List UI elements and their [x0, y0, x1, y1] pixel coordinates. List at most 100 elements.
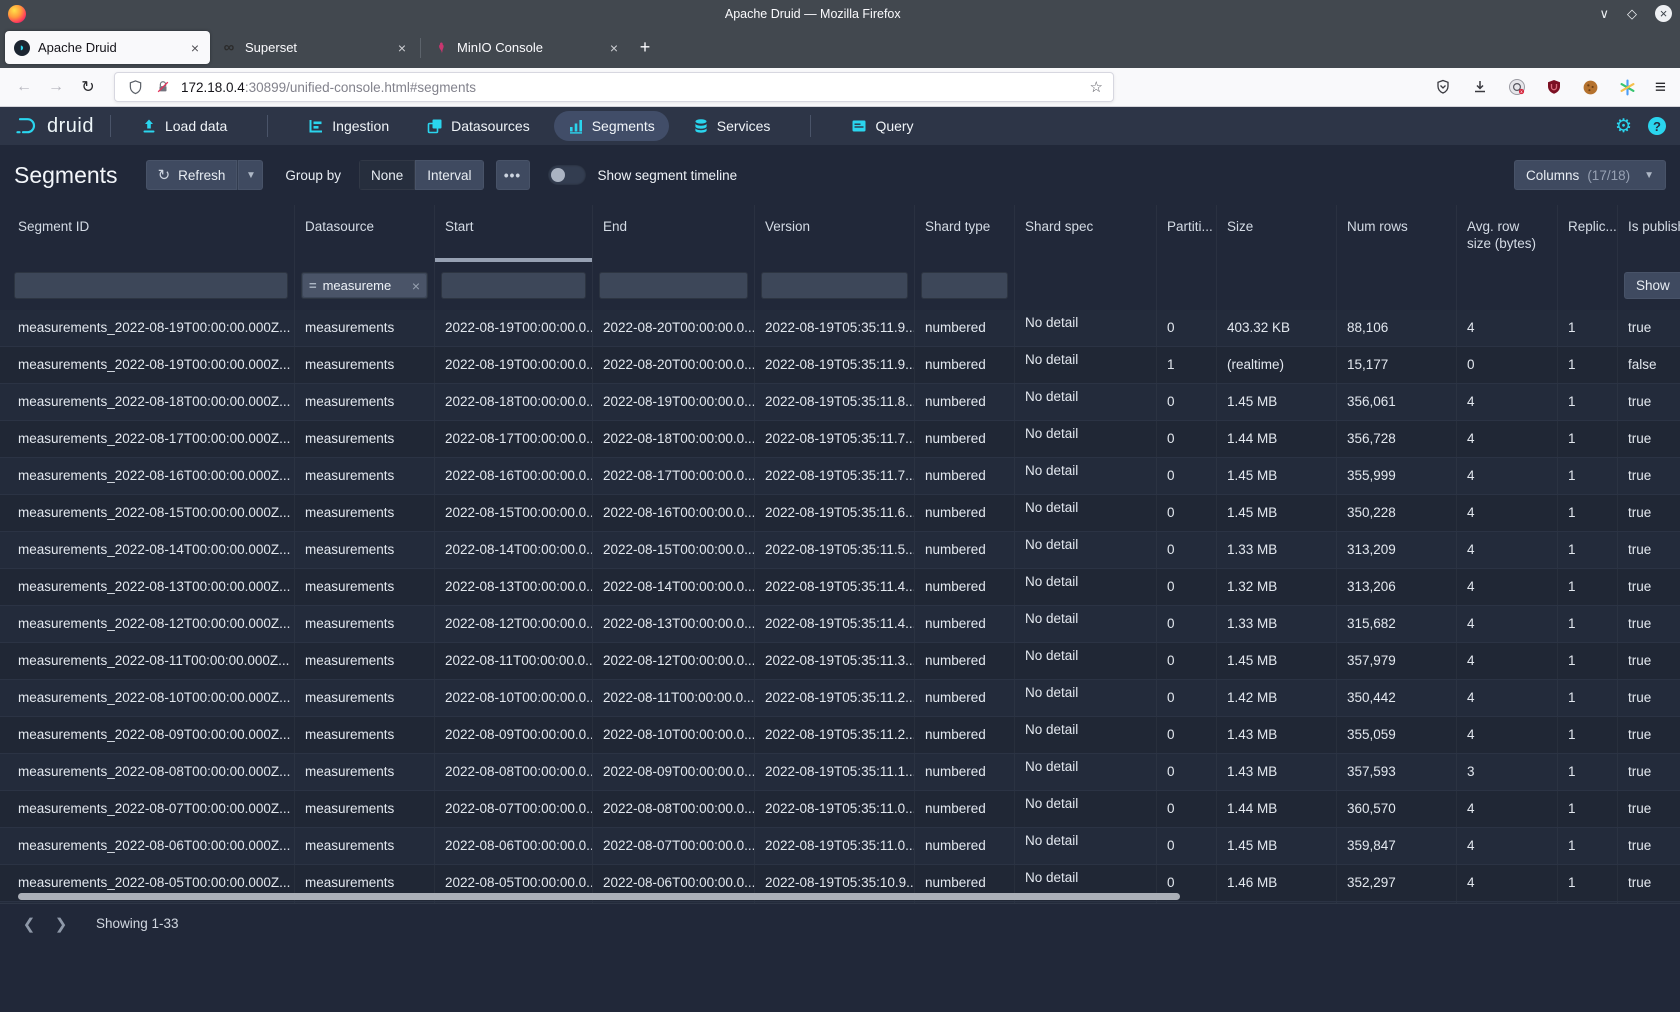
column-header-replic[interactable]: Replic...	[1558, 205, 1618, 262]
cell-num-rows: 313,206	[1337, 569, 1457, 605]
cell-avg-row-size-bytes: 4	[1457, 791, 1558, 827]
filter-operator-icon: =	[309, 278, 317, 293]
cell-size: 1.45 MB	[1217, 643, 1337, 679]
filter-input-start[interactable]	[441, 272, 586, 299]
extension-icon[interactable]: x	[1507, 77, 1527, 97]
cell-replic: 1	[1558, 754, 1618, 790]
tab-minio-console[interactable]: MinIO Console ×	[424, 31, 629, 64]
tab-apache-druid[interactable]: ◗ Apache Druid ×	[5, 31, 210, 64]
cell-replic: 1	[1558, 384, 1618, 420]
nav-item-datasources[interactable]: Datasources	[413, 111, 544, 141]
window-close-button[interactable]: ×	[1655, 5, 1672, 22]
reload-button[interactable]: ↻	[74, 77, 102, 97]
segments-page-header: Segments ↻ Refresh ▼ Group by None Inter…	[0, 145, 1680, 205]
table-row: measurements_2022-08-09T00:00:00.000Z...…	[0, 717, 1680, 754]
downloads-icon[interactable]	[1470, 77, 1490, 97]
column-header-segment-id[interactable]: Segment ID	[0, 205, 295, 262]
cell-start: 2022-08-07T00:00:00.0...	[435, 791, 593, 827]
window-maximize-button[interactable]: ◇	[1627, 6, 1637, 22]
cell-shard-type: numbered	[915, 791, 1015, 827]
pocket-shield-icon[interactable]	[1433, 77, 1453, 97]
tab-close-icon[interactable]: ×	[608, 40, 620, 56]
cell-segment-id: measurements_2022-08-13T00:00:00.000Z...	[0, 569, 295, 605]
column-header-size[interactable]: Size	[1217, 205, 1337, 262]
filter-input-end[interactable]	[599, 272, 748, 299]
horizontal-scrollbar-thumb[interactable]	[18, 893, 1180, 900]
filter-chip-remove-icon[interactable]: ×	[412, 278, 420, 294]
tab-close-icon[interactable]: ×	[189, 40, 201, 56]
cell-avg-row-size-bytes: 4	[1457, 421, 1558, 457]
tracking-shield-icon[interactable]	[125, 77, 145, 97]
more-actions-button[interactable]: •••	[496, 160, 530, 190]
nav-item-segments[interactable]: Segments	[554, 111, 669, 141]
column-header-is-published[interactable]: Is published	[1618, 205, 1680, 262]
cell-num-rows: 359,847	[1337, 828, 1457, 864]
window-minimize-button[interactable]: ∨	[1599, 6, 1609, 22]
cell-segment-id: measurements_2022-08-09T00:00:00.000Z...	[0, 717, 295, 753]
table-row: measurements_2022-08-14T00:00:00.000Z...…	[0, 532, 1680, 569]
forward-button[interactable]: →	[42, 78, 70, 96]
column-header-datasource[interactable]: Datasource	[295, 205, 435, 262]
nav-item-query[interactable]: Query	[837, 111, 927, 141]
nav-item-load-data[interactable]: Load data	[127, 111, 241, 141]
new-tab-button[interactable]: +	[630, 32, 660, 62]
is-published-filter-show-button[interactable]: Show	[1624, 272, 1680, 299]
insecure-lock-icon[interactable]	[153, 77, 173, 97]
refresh-button[interactable]: ↻ Refresh	[146, 160, 238, 190]
ublock-icon[interactable]	[1544, 77, 1564, 97]
column-header-partiti[interactable]: Partiti...	[1157, 205, 1217, 262]
firefox-logo-icon	[8, 5, 26, 23]
column-header-version[interactable]: Version	[755, 205, 915, 262]
tab-superset[interactable]: ∞ Superset ×	[212, 31, 417, 64]
nav-item-services[interactable]: Services	[679, 111, 785, 141]
cell-start: 2022-08-09T00:00:00.0...	[435, 717, 593, 753]
column-header-num-rows[interactable]: Num rows	[1337, 205, 1457, 262]
cell-size: 403.32 KB	[1217, 310, 1337, 346]
columns-dropdown-button[interactable]: Columns (17/18) ▼	[1514, 160, 1666, 190]
url-bar[interactable]: 172.18.0.4:30899/unified-console.html#se…	[114, 72, 1114, 102]
filter-input-version[interactable]	[761, 272, 908, 299]
cell-is-published: true	[1618, 828, 1680, 864]
group-by-interval-button[interactable]: Interval	[415, 160, 483, 190]
datasource-filter-chip[interactable]: =measureme×	[303, 274, 426, 297]
cell-size: 1.44 MB	[1217, 791, 1337, 827]
cell-partiti: 0	[1157, 421, 1217, 457]
cell-segment-id: measurements_2022-08-04T00:00:00.000Z...	[0, 902, 295, 903]
filter-input-shard-type[interactable]	[921, 272, 1008, 299]
cell-partiti: 0	[1157, 606, 1217, 642]
segment-timeline-toggle[interactable]	[548, 165, 586, 185]
cookie-icon[interactable]	[1581, 77, 1601, 97]
group-by-none-button[interactable]: None	[359, 160, 415, 190]
next-page-button[interactable]: ❯	[50, 915, 72, 933]
column-header-shard-spec[interactable]: Shard spec	[1015, 205, 1157, 262]
tab-close-icon[interactable]: ×	[396, 40, 408, 56]
previous-page-button[interactable]: ❮	[18, 915, 40, 933]
column-header-avg-row-size-bytes[interactable]: Avg. row size (bytes)	[1457, 205, 1558, 262]
back-button[interactable]: ←	[10, 78, 38, 96]
query-icon	[851, 118, 867, 134]
column-header-start[interactable]: Start	[435, 205, 593, 262]
table-header-row: Segment IDDatasourceStartEndVersionShard…	[0, 205, 1680, 262]
cell-start: 2022-08-11T00:00:00.0...	[435, 643, 593, 679]
column-header-end[interactable]: End	[593, 205, 755, 262]
filter-input-segment-id[interactable]	[14, 272, 288, 299]
cell-segment-id: measurements_2022-08-06T00:00:00.000Z...	[0, 828, 295, 864]
settings-gear-icon[interactable]: ⚙	[1615, 117, 1632, 136]
menu-icon[interactable]: ≡	[1655, 78, 1666, 97]
filter-input-datasource[interactable]: =measureme×	[301, 272, 428, 299]
url-text[interactable]: 172.18.0.4:30899/unified-console.html#se…	[181, 80, 1082, 95]
help-icon[interactable]: ?	[1648, 117, 1666, 135]
bookmark-star-icon[interactable]: ☆	[1090, 78, 1103, 96]
druid-logo[interactable]: druid	[14, 113, 94, 139]
cell-replic: 1	[1558, 347, 1618, 383]
refresh-interval-dropdown-button[interactable]: ▼	[237, 160, 263, 190]
cell-end: 2022-08-09T00:00:00.0...	[593, 754, 755, 790]
cell-datasource: measurements	[295, 421, 435, 457]
container-asterisk-icon[interactable]	[1618, 77, 1638, 97]
cell-replic: 1	[1558, 606, 1618, 642]
firefox-window: Apache Druid — Mozilla Firefox ∨ ◇ × ◗ A…	[0, 0, 1680, 1012]
horizontal-scrollbar[interactable]	[0, 893, 1680, 901]
cell-is-published: true	[1618, 606, 1680, 642]
column-header-shard-type[interactable]: Shard type	[915, 205, 1015, 262]
nav-item-ingestion[interactable]: Ingestion	[294, 111, 403, 141]
